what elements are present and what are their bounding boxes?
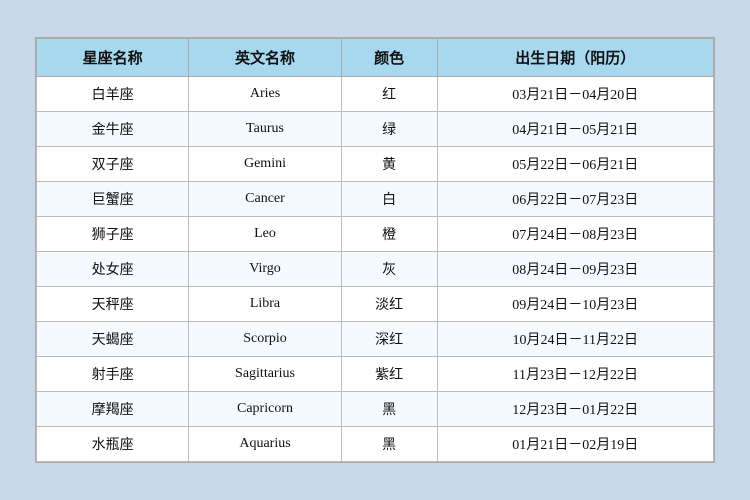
cell-1: Taurus [189,112,341,147]
cell-1: Aries [189,77,341,112]
cell-1: Capricorn [189,392,341,427]
table-body: 白羊座Aries红03月21日－04月20日金牛座Taurus绿04月21日－0… [37,77,714,462]
cell-3: 08月24日－09月23日 [437,252,713,287]
cell-0: 天秤座 [37,287,189,322]
cell-2: 黄 [341,147,437,182]
header-english-name: 英文名称 [189,39,341,77]
cell-3: 03月21日－04月20日 [437,77,713,112]
cell-2: 紫红 [341,357,437,392]
cell-0: 双子座 [37,147,189,182]
cell-1: Aquarius [189,427,341,462]
cell-1: Sagittarius [189,357,341,392]
cell-3: 06月22日－07月23日 [437,182,713,217]
cell-0: 巨蟹座 [37,182,189,217]
table-row: 巨蟹座Cancer白06月22日－07月23日 [37,182,714,217]
cell-0: 水瓶座 [37,427,189,462]
cell-2: 红 [341,77,437,112]
cell-3: 05月22日－06月21日 [437,147,713,182]
cell-2: 黑 [341,392,437,427]
zodiac-table: 星座名称 英文名称 颜色 出生日期（阳历） 白羊座Aries红03月21日－04… [36,38,714,462]
table-row: 白羊座Aries红03月21日－04月20日 [37,77,714,112]
cell-2: 橙 [341,217,437,252]
cell-1: Leo [189,217,341,252]
cell-1: Libra [189,287,341,322]
cell-1: Gemini [189,147,341,182]
table-row: 双子座Gemini黄05月22日－06月21日 [37,147,714,182]
cell-2: 绿 [341,112,437,147]
header-birth-date: 出生日期（阳历） [437,39,713,77]
cell-3: 10月24日－11月22日 [437,322,713,357]
cell-3: 09月24日－10月23日 [437,287,713,322]
table-row: 水瓶座Aquarius黑01月21日－02月19日 [37,427,714,462]
cell-1: Cancer [189,182,341,217]
cell-2: 深红 [341,322,437,357]
cell-3: 04月21日－05月21日 [437,112,713,147]
cell-0: 金牛座 [37,112,189,147]
cell-3: 12月23日－01月22日 [437,392,713,427]
cell-1: Virgo [189,252,341,287]
cell-2: 灰 [341,252,437,287]
cell-0: 射手座 [37,357,189,392]
table-row: 摩羯座Capricorn黑12月23日－01月22日 [37,392,714,427]
table-row: 处女座Virgo灰08月24日－09月23日 [37,252,714,287]
table-row: 狮子座Leo橙07月24日－08月23日 [37,217,714,252]
cell-3: 07月24日－08月23日 [437,217,713,252]
header-chinese-name: 星座名称 [37,39,189,77]
zodiac-table-wrapper: 星座名称 英文名称 颜色 出生日期（阳历） 白羊座Aries红03月21日－04… [35,37,715,463]
cell-2: 白 [341,182,437,217]
table-row: 射手座Sagittarius紫红11月23日－12月22日 [37,357,714,392]
table-row: 天秤座Libra淡红09月24日－10月23日 [37,287,714,322]
cell-2: 淡红 [341,287,437,322]
cell-0: 天蝎座 [37,322,189,357]
cell-2: 黑 [341,427,437,462]
table-row: 天蝎座Scorpio深红10月24日－11月22日 [37,322,714,357]
cell-0: 白羊座 [37,77,189,112]
cell-1: Scorpio [189,322,341,357]
cell-0: 狮子座 [37,217,189,252]
cell-0: 摩羯座 [37,392,189,427]
table-header-row: 星座名称 英文名称 颜色 出生日期（阳历） [37,39,714,77]
cell-3: 01月21日－02月19日 [437,427,713,462]
cell-0: 处女座 [37,252,189,287]
table-row: 金牛座Taurus绿04月21日－05月21日 [37,112,714,147]
cell-3: 11月23日－12月22日 [437,357,713,392]
header-color: 颜色 [341,39,437,77]
